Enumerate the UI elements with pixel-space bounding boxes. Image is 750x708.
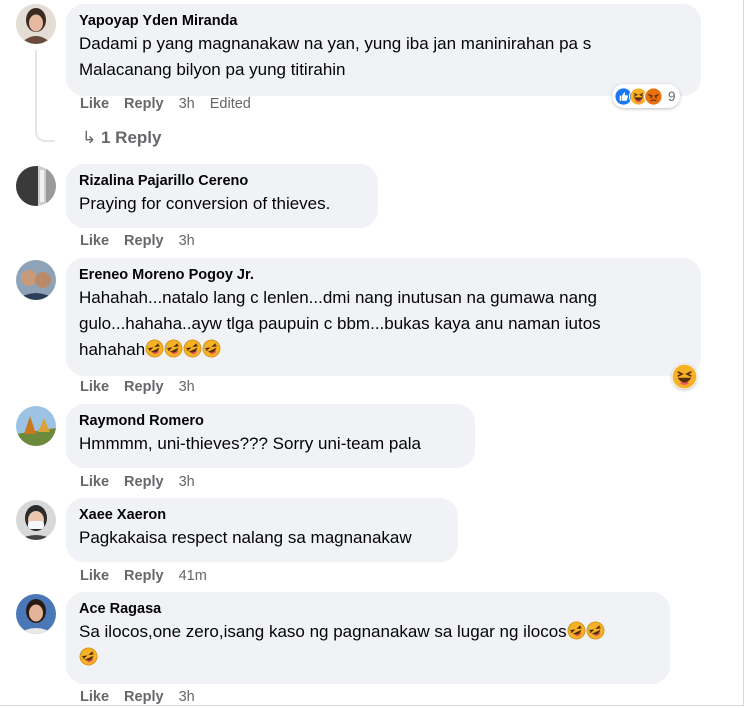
comment-bubble: Yapoyap Yden Miranda Dadami p yang magna… xyxy=(66,4,701,96)
comment-bubble: Ace Ragasa Sa ilocos,one zero,isang kaso… xyxy=(66,592,670,684)
rofl-emoji xyxy=(567,621,586,640)
avatar[interactable] xyxy=(16,4,56,44)
avatar-photo xyxy=(16,500,56,540)
comment-timestamp[interactable]: 3h xyxy=(179,233,195,249)
avatar[interactable] xyxy=(16,406,56,446)
rofl-emoji xyxy=(79,647,98,666)
comment-bubble: Xaee Xaeron Pagkakaisa respect nalang sa… xyxy=(66,498,458,562)
angry-icon xyxy=(644,86,663,106)
comment-actions: Like Reply 3h xyxy=(80,379,206,395)
avatar-photo xyxy=(16,260,56,300)
rofl-emoji xyxy=(145,339,164,358)
avatar[interactable] xyxy=(16,594,56,634)
comment-actions: Like Reply 3h xyxy=(80,689,206,705)
thread-line xyxy=(35,50,55,142)
avatar[interactable] xyxy=(16,260,56,300)
reaction-summary[interactable] xyxy=(672,364,697,389)
comment-bubble: Rizalina Pajarillo Cereno Praying for co… xyxy=(66,164,378,228)
like-button[interactable]: Like xyxy=(80,233,109,249)
reply-button[interactable]: Reply xyxy=(124,96,164,112)
comment-author[interactable]: Yapoyap Yden Miranda xyxy=(79,12,687,31)
avatar[interactable] xyxy=(16,166,56,206)
comment-text-fragment: hahahah xyxy=(79,340,146,359)
rofl-emoji xyxy=(164,339,183,358)
like-button[interactable]: Like xyxy=(80,568,109,584)
reply-button[interactable]: Reply xyxy=(124,379,164,395)
comment-timestamp[interactable]: 41m xyxy=(179,568,207,584)
avatar-photo xyxy=(16,166,56,206)
comment-timestamp[interactable]: 3h xyxy=(179,474,195,490)
view-replies-link[interactable]: ↳ 1 Reply xyxy=(82,128,161,148)
comment-actions: Like Reply 3h xyxy=(80,233,206,249)
reply-button[interactable]: Reply xyxy=(124,474,164,490)
reply-arrow-icon: ↳ xyxy=(82,128,97,147)
comment-text-line: Hahahah...natalo lang c lenlen...dmi nan… xyxy=(79,288,597,307)
comment-timestamp[interactable]: 3h xyxy=(179,689,195,705)
rofl-emoji xyxy=(586,621,605,640)
comment-actions: Like Reply 41m xyxy=(80,568,218,584)
comment-author[interactable]: Rizalina Pajarillo Cereno xyxy=(79,172,364,191)
comment-timestamp[interactable]: 3h xyxy=(179,379,195,395)
reaction-count: 9 xyxy=(668,88,676,104)
rofl-emoji xyxy=(202,339,221,358)
haha-icon xyxy=(672,364,697,389)
comment-text: Hmmmm, uni-thieves??? Sorry uni-team pal… xyxy=(79,434,422,453)
like-button[interactable]: Like xyxy=(80,379,109,395)
like-button[interactable]: Like xyxy=(80,474,109,490)
comment-text: Pagkakaisa respect nalang sa magnanakaw xyxy=(79,528,412,547)
comment-author[interactable]: Ace Ragasa xyxy=(79,600,656,619)
comment-text-line: Dadami p yang magnanakaw na yan, yung ib… xyxy=(79,34,592,53)
comment-actions: Like Reply 3h xyxy=(80,474,206,490)
like-button[interactable]: Like xyxy=(80,96,109,112)
comment-text-line: Sa ilocos,one zero,isang kaso ng pagnana… xyxy=(79,619,656,645)
comment-bubble: Ereneo Moreno Pogoy Jr. Hahahah...natalo… xyxy=(66,258,701,376)
comment-author[interactable]: Raymond Romero xyxy=(79,412,461,431)
avatar-photo xyxy=(16,406,56,446)
comment-text-fragment: Sa ilocos,one zero,isang kaso ng pagnana… xyxy=(79,622,567,641)
avatar-photo xyxy=(16,4,56,44)
reaction-summary[interactable]: 9 xyxy=(612,84,680,108)
comment-text-line: hahahah xyxy=(79,337,687,363)
avatar-photo xyxy=(16,594,56,634)
comment-text-line: gulo...hahaha..ayw tlga paupuin c bbm...… xyxy=(79,314,601,333)
avatar[interactable] xyxy=(16,500,56,540)
comment-timestamp[interactable]: 3h xyxy=(179,96,195,112)
replies-label: 1 Reply xyxy=(100,128,162,147)
comment-text: Praying for conversion of thieves. xyxy=(79,194,331,213)
comment-author[interactable]: Ereneo Moreno Pogoy Jr. xyxy=(79,266,687,285)
comment-actions: Like Reply 3h Edited xyxy=(80,96,262,112)
comment-text-line: Malacanang bilyon pa yung titirahin xyxy=(79,60,346,79)
reply-button[interactable]: Reply xyxy=(124,568,164,584)
rofl-emoji xyxy=(183,339,202,358)
edited-label: Edited xyxy=(209,96,251,112)
reply-button[interactable]: Reply xyxy=(124,233,164,249)
like-button[interactable]: Like xyxy=(80,689,109,705)
comment-author[interactable]: Xaee Xaeron xyxy=(79,506,444,525)
comment-bubble: Raymond Romero Hmmmm, uni-thieves??? Sor… xyxy=(66,404,475,468)
reply-button[interactable]: Reply xyxy=(124,689,164,705)
comment-text-line xyxy=(79,645,656,671)
comments-panel: Yapoyap Yden Miranda Dadami p yang magna… xyxy=(0,0,744,706)
